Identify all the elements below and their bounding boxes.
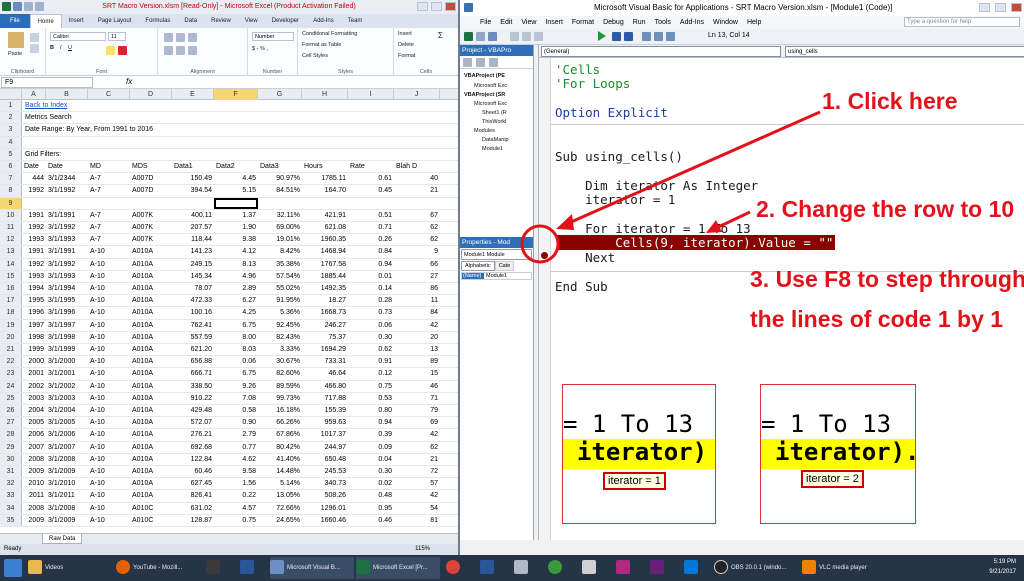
obs-icon	[714, 560, 728, 575]
clock[interactable]: 5:19 PM 9/21/2017	[989, 557, 1016, 577]
taskbar-item-visual-studio[interactable]	[650, 557, 672, 579]
taskbar-item-app[interactable]	[514, 557, 536, 579]
zoom-callout-2: = 1 To 13 iterator). iterator = 2	[760, 384, 916, 524]
clock-time: 5:19 PM	[993, 559, 1016, 565]
zoom-code-iterator: iterator)	[577, 438, 708, 466]
zoom-code-line: = 1 To 13	[563, 410, 694, 438]
film-icon	[206, 560, 220, 575]
click-here-circle	[520, 224, 560, 264]
firefox-icon	[116, 560, 130, 575]
taskbar-item-camera[interactable]	[616, 557, 638, 579]
mail-icon	[684, 560, 698, 575]
annotation-step-3: 3. Use F8 to step through	[750, 266, 1024, 292]
taskbar-item-word2[interactable]	[480, 557, 502, 579]
annotation-step-3b: the lines of code 1 by 1	[750, 306, 1004, 332]
folder-icon	[28, 560, 42, 575]
taskbar-item-videos[interactable]: Videos	[28, 557, 100, 579]
paint-icon	[582, 560, 596, 575]
zoom-callout-1: = 1 To 13 iterator) iterator = 1	[562, 384, 716, 524]
taskbar-item-vbe[interactable]: Microsoft Visual B...	[270, 557, 354, 579]
word-icon	[240, 560, 254, 575]
variable-tooltip-1: iterator = 1	[603, 472, 666, 490]
taskbar-item-obs[interactable]: OBS 20.0.1 (windo...	[714, 557, 798, 579]
annotation-step-1: 1. Click here	[822, 88, 958, 114]
excel-icon	[356, 560, 370, 575]
clock-date: 9/21/2017	[989, 569, 1016, 575]
start-icon[interactable]	[4, 559, 22, 577]
app-icon	[514, 560, 528, 575]
vba-icon	[270, 560, 284, 575]
taskbar-item-utorrent[interactable]	[548, 557, 570, 579]
taskbar-item-media[interactable]	[206, 557, 228, 579]
taskbar: Videos YouTube - Mozill... Microsoft Vis…	[0, 555, 1024, 581]
camera-icon	[616, 560, 630, 575]
taskbar-item-chrome[interactable]	[446, 557, 468, 579]
utorrent-icon	[548, 560, 562, 575]
arrow-1-head	[556, 214, 574, 230]
word-icon	[480, 560, 494, 575]
vlc-icon	[802, 560, 816, 575]
visual-studio-icon	[650, 560, 664, 575]
taskbar-item-word[interactable]	[240, 557, 262, 579]
taskbar-item-mail[interactable]	[684, 557, 706, 579]
variable-tooltip-2: iterator = 2	[801, 470, 864, 488]
taskbar-item-vlc[interactable]: VLC media player	[802, 557, 882, 579]
taskbar-item-firefox[interactable]: YouTube - Mozill...	[116, 557, 198, 579]
annotation-step-2: 2. Change the row to 10	[756, 196, 1015, 222]
zoom-code-iterator: iterator).	[775, 438, 916, 466]
chrome-icon	[446, 560, 460, 575]
taskbar-item-excel[interactable]: Microsoft Excel [Pr...	[356, 557, 440, 579]
zoom-code-line: = 1 To 13	[761, 410, 892, 438]
taskbar-item-paint[interactable]	[582, 557, 604, 579]
